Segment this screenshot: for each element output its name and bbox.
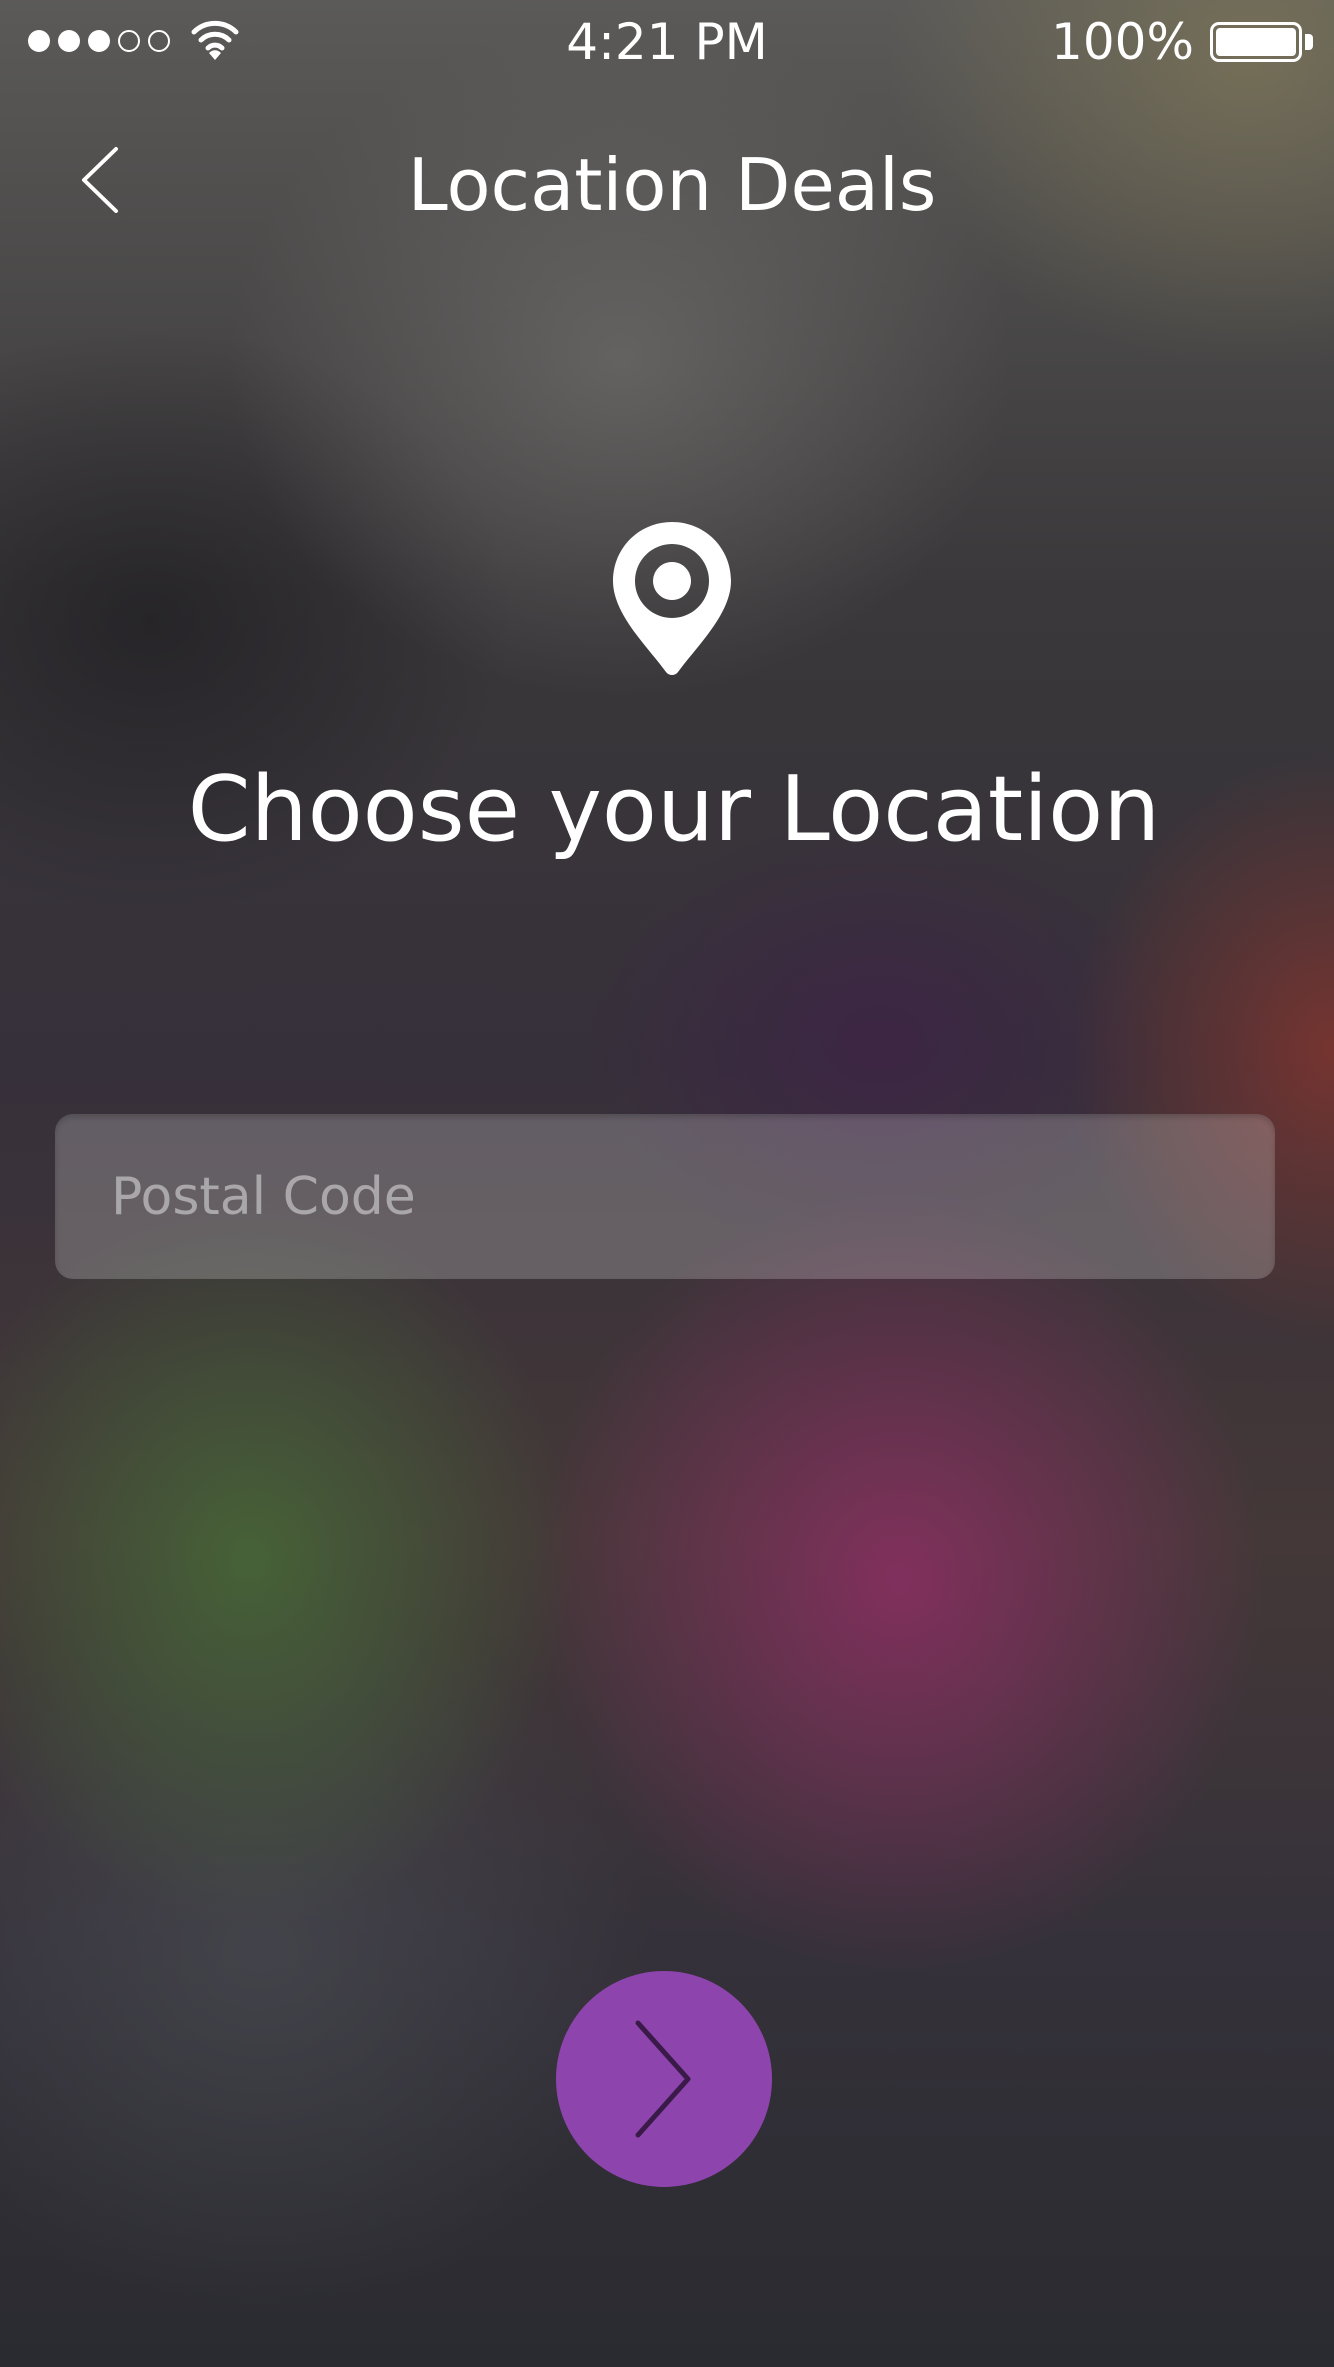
battery-level-fill — [1216, 28, 1296, 56]
chevron-right-icon — [635, 2020, 691, 2138]
battery-icon — [1210, 22, 1302, 62]
map-pin-icon — [613, 522, 731, 675]
battery-percentage: 100% — [1051, 13, 1194, 71]
page-title: Location Deals — [407, 143, 937, 227]
choose-location-heading: Choose your Location — [187, 757, 1161, 862]
battery-tip — [1305, 34, 1313, 50]
postal-code-input[interactable] — [55, 1114, 1275, 1279]
next-button[interactable] — [556, 1971, 772, 2187]
status-bar: 4:21 PM 100% — [0, 0, 1334, 84]
